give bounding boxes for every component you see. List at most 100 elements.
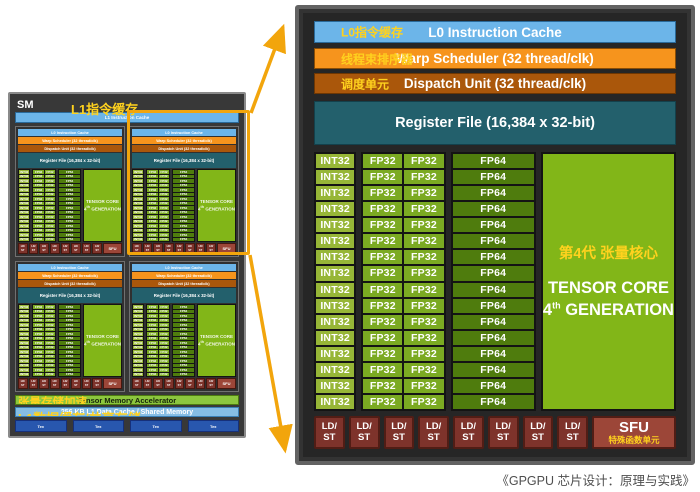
fp32-unit: FP32 (147, 364, 157, 368)
fp32-unit: FP32 (45, 364, 55, 368)
fp64-unit: FP64 (453, 331, 534, 345)
tensor-core-block: TENSOR CORE 4th GENERATION (83, 169, 122, 242)
fp32-unit: FP32 (45, 215, 55, 219)
fp32-columns: FP32FP32FP32FP32FP32FP32FP32FP32FP32FP32… (32, 304, 56, 377)
tensor-core-label: TENSOR CORE (548, 277, 669, 299)
int32-unit: INT32 (133, 337, 143, 341)
gpu-sm-architecture-figure: SM L1指令缓存 L1 Instruction Cache L0 Instru… (0, 0, 700, 492)
sfu-block: SFU (103, 243, 122, 254)
fp64-column: FP64FP64FP64FP64FP64FP64FP64FP64FP64FP64… (172, 304, 195, 377)
dispatch-unit-bar: 调度单元 Dispatch Unit (32 thread/clk) (314, 73, 676, 94)
fp64-unit: FP64 (59, 170, 80, 174)
int32-unit: INT32 (133, 346, 143, 350)
sfu-block: SFU (217, 378, 236, 389)
dispatch-unit-bar: Dispatch Unit (32 thread/clk) (18, 280, 122, 287)
int32-unit: INT32 (316, 186, 354, 200)
fp32-unit: FP32 (33, 179, 43, 183)
fp32-unit: FP32 (147, 373, 157, 377)
dispatch-unit-label: Dispatch Unit (32 thread/clk) (404, 76, 586, 91)
ldst-unit: LD/ST (71, 378, 81, 389)
fp64-unit: FP64 (59, 211, 80, 215)
fp32-unit: FP32 (147, 328, 157, 332)
fp32-unit: FP32 (33, 341, 43, 345)
ldst-unit: LD/ST (132, 378, 142, 389)
ldst-unit: LD/ST (82, 378, 92, 389)
int32-unit: INT32 (19, 310, 29, 314)
ldst-unit: LD/ST (71, 243, 81, 254)
int32-unit: INT32 (19, 373, 29, 377)
int32-unit: INT32 (133, 332, 143, 336)
core-grid: INT32INT32INT32INT32INT32INT32INT32INT32… (18, 304, 122, 377)
int32-unit: INT32 (19, 346, 29, 350)
fp32-unit: FP32 (33, 368, 43, 372)
fp32-unit: FP32 (45, 305, 55, 309)
fp32-unit: FP32 (363, 202, 402, 216)
fp32-unit: FP32 (404, 154, 443, 168)
register-file-bar: Register File (16,384 x 32-bit) (132, 288, 236, 303)
fp32-unit: FP32 (159, 341, 169, 345)
fp32-unit: FP32 (159, 319, 169, 323)
fp64-unit: FP64 (59, 364, 80, 368)
fp64-unit: FP64 (59, 341, 80, 345)
fp32-unit: FP32 (33, 193, 43, 197)
int32-unit: INT32 (19, 368, 29, 372)
int32-unit: INT32 (133, 314, 143, 318)
fp32-unit: FP32 (33, 211, 43, 215)
fp64-unit: FP64 (453, 395, 534, 409)
fp64-unit: FP64 (59, 193, 80, 197)
int32-unit: INT32 (19, 175, 29, 179)
tensor-core-label: TENSOR CORE (86, 334, 119, 339)
fp32-unit: FP32 (33, 188, 43, 192)
fp32-unit: FP32 (363, 315, 402, 329)
int32-unit: INT32 (19, 206, 29, 210)
int32-unit: INT32 (316, 283, 354, 297)
fp32-unit: FP32 (33, 323, 43, 327)
core-grid: INT32INT32INT32INT32INT32INT32INT32INT32… (132, 304, 236, 377)
fp32-unit: FP32 (363, 154, 402, 168)
warp-scheduler-label: Warp Scheduler (32 thread/clk) (156, 274, 212, 278)
fp64-unit: FP64 (59, 238, 80, 242)
fp32-unit: FP32 (33, 328, 43, 332)
l0-instruction-cache-label: L0 Instruction Cache (165, 266, 203, 270)
fp32-unit: FP32 (33, 224, 43, 228)
fp64-unit: FP64 (173, 323, 194, 327)
fp64-unit: FP64 (59, 346, 80, 350)
fp32-unit: FP32 (33, 202, 43, 206)
int32-unit: INT32 (19, 350, 29, 354)
dispatch-unit-bar: Dispatch Unit (32 thread/clk) (18, 145, 122, 152)
fp32-unit: FP32 (45, 328, 55, 332)
fp64-unit: FP64 (453, 234, 534, 248)
fp32-unit: FP32 (45, 188, 55, 192)
sm-subcore: L0 Instruction Cache Warp Scheduler (32 … (15, 261, 125, 392)
fp32-unit: FP32 (147, 323, 157, 327)
fp64-unit: FP64 (173, 314, 194, 318)
int32-unit: INT32 (19, 220, 29, 224)
fp32-unit: FP32 (45, 220, 55, 224)
arrow-to-top (251, 27, 283, 113)
fp64-unit: FP64 (453, 250, 534, 264)
fp32-unit: FP32 (404, 347, 443, 361)
fp32-unit: FP32 (33, 373, 43, 377)
ldst-unit: LD/ST (39, 243, 49, 254)
fp64-column: FP64FP64FP64FP64FP64FP64FP64FP64FP64FP64… (451, 152, 536, 411)
register-file-label: Register File (16,384 x 32-bit) (40, 293, 101, 298)
fp32-unit: FP32 (45, 368, 55, 372)
int32-column: INT32INT32INT32INT32INT32INT32INT32INT32… (18, 169, 30, 242)
fp32-unit: FP32 (159, 323, 169, 327)
fp32-unit: FP32 (404, 379, 443, 393)
int32-unit: INT32 (19, 323, 29, 327)
fp32-unit: FP32 (33, 238, 43, 242)
fp32-unit: FP32 (45, 206, 55, 210)
ldst-unit: LD/ST (92, 378, 102, 389)
ldst-unit: LD/ST (488, 416, 519, 449)
register-file-label: Register File (16,384 x 32-bit) (40, 158, 101, 163)
fp64-unit: FP64 (173, 305, 194, 309)
ldst-row: LD/STLD/STLD/STLD/STLD/STLD/STLD/STLD/ST… (132, 378, 236, 389)
core-grid: INT32INT32INT32INT32INT32INT32INT32INT32… (314, 152, 676, 411)
int32-unit: INT32 (19, 328, 29, 332)
fp64-unit: FP64 (59, 368, 80, 372)
int32-unit: INT32 (19, 314, 29, 318)
tensor-core-generation-label: 4th GENERATION (84, 340, 121, 347)
fp64-unit: FP64 (453, 363, 534, 377)
fp32-unit: FP32 (159, 328, 169, 332)
